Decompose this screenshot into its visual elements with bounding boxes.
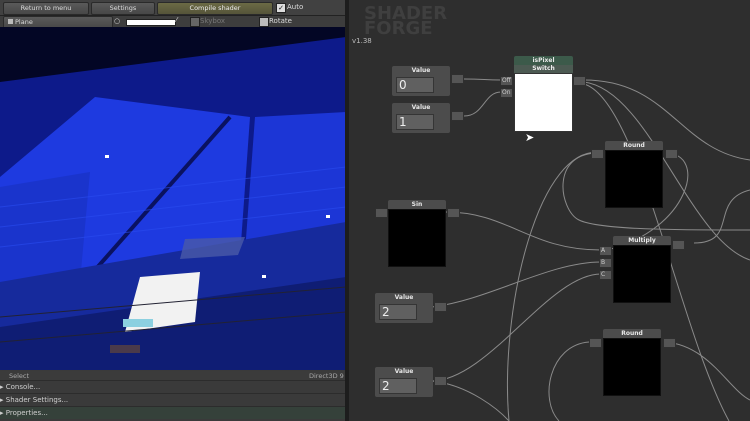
settings-button[interactable]: Settings [91, 2, 155, 15]
output-port[interactable] [573, 76, 586, 86]
output-port[interactable] [434, 302, 447, 312]
select-label: Select [9, 372, 30, 380]
node-subtitle: Switch [514, 65, 573, 73]
value-input[interactable]: 2 [379, 304, 417, 320]
output-port[interactable] [451, 111, 464, 121]
shader-forge-logo: SHADER FORGE [364, 5, 447, 39]
brand-line2: FORGE [364, 18, 433, 39]
node-canvas[interactable]: SHADER FORGE v1.38 Value 0 Value 1 isPix… [349, 0, 750, 421]
auto-label: Auto [287, 3, 304, 11]
on-label: On [502, 89, 511, 96]
output-port[interactable] [665, 149, 678, 159]
off-label: Off [502, 77, 511, 84]
preview-viewport[interactable] [0, 27, 346, 370]
node-title: Value [375, 293, 433, 302]
node-title: isPixel [514, 56, 573, 65]
output-port[interactable] [434, 376, 447, 386]
value-node-3[interactable]: Value 2 [375, 367, 433, 397]
version-label: v1.38 [352, 37, 372, 45]
output-port[interactable] [451, 74, 464, 84]
node-title: Round [603, 329, 661, 338]
sin-node[interactable]: Sin [388, 200, 446, 267]
skybox-checkbox[interactable] [190, 17, 200, 27]
node-title: Round [605, 141, 663, 150]
ispixel-switch-node[interactable]: isPixel Switch [514, 56, 573, 132]
return-to-menu-button[interactable]: Return to menu [3, 2, 89, 15]
node-title: Value [375, 367, 433, 376]
input-port[interactable] [589, 338, 602, 348]
node-preview [388, 209, 446, 267]
properties-foldout[interactable]: ▸ Properties... [0, 406, 346, 419]
node-preview [605, 150, 663, 208]
console-label: Console... [5, 383, 41, 391]
properties-label: Properties... [5, 409, 48, 417]
skybox-label: Skybox [200, 17, 226, 25]
node-title: Sin [388, 200, 446, 209]
top-toolbar: Return to menu Settings Compile shader ✓… [0, 0, 346, 16]
node-title: Multiply [613, 236, 671, 245]
mesh-icon [8, 19, 13, 24]
shader-settings-label: Shader Settings... [5, 396, 69, 404]
circle-icon: ○ [114, 17, 121, 25]
compile-shader-button[interactable]: Compile shader [157, 2, 273, 15]
eyedropper-icon[interactable]: ⁄ [176, 16, 177, 24]
left-panel: Return to menu Settings Compile shader ✓… [0, 0, 346, 421]
rotate-checkbox[interactable] [259, 17, 269, 27]
output-port[interactable] [447, 208, 460, 218]
color-swatch[interactable] [126, 19, 176, 26]
node-title: Value [392, 66, 450, 75]
value-input[interactable]: 2 [379, 378, 417, 394]
input-c-label: C [601, 271, 606, 278]
value-node-0[interactable]: Value 0 [392, 66, 450, 96]
mouse-cursor-icon: ➤ [525, 131, 535, 144]
node-title: Value [392, 103, 450, 112]
input-a-label: A [601, 247, 606, 254]
node-preview [514, 73, 573, 132]
round-node-2[interactable]: Round [603, 329, 661, 396]
output-port[interactable] [663, 338, 676, 348]
input-port[interactable] [375, 208, 388, 218]
rotate-label: Rotate [269, 17, 292, 25]
mesh-label: Plane [15, 18, 33, 26]
value-input[interactable]: 1 [396, 114, 434, 130]
multiply-node[interactable]: Multiply [613, 236, 671, 303]
shader-settings-foldout[interactable]: ▸ Shader Settings... [0, 393, 346, 406]
auto-checkbox[interactable]: ✓ [276, 3, 286, 13]
scene-render [0, 27, 346, 370]
node-preview [613, 245, 671, 303]
round-node-1[interactable]: Round [605, 141, 663, 208]
input-b-label: B [601, 259, 606, 266]
console-foldout[interactable]: ▸ Console... [0, 380, 346, 393]
value-node-2[interactable]: Value 2 [375, 293, 433, 323]
renderer-label: Direct3D 9 [309, 372, 344, 380]
output-port[interactable] [672, 240, 685, 250]
status-bar: Select Direct3D 9 [0, 371, 346, 380]
value-node-1[interactable]: Value 1 [392, 103, 450, 133]
node-preview [603, 338, 661, 396]
value-input[interactable]: 0 [396, 77, 434, 93]
input-port[interactable] [591, 149, 604, 159]
preview-options-bar: Plane ○ ⁄ Skybox Rotate [0, 16, 346, 29]
